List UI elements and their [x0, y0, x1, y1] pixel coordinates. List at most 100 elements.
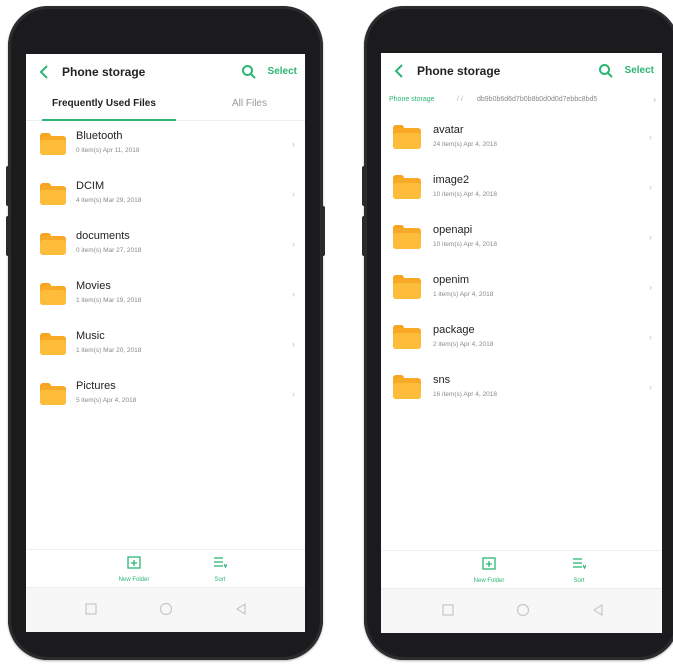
sort-label: Sort — [214, 577, 226, 583]
back-nav-icon[interactable] — [591, 603, 605, 617]
folder-icon — [40, 283, 66, 305]
folder-name: Movies — [76, 280, 111, 292]
sort-icon — [214, 557, 228, 569]
recent-apps-icon[interactable] — [441, 603, 455, 617]
new-folder-icon — [482, 557, 496, 570]
folder-name: image2 — [433, 174, 470, 186]
volume-button — [362, 166, 366, 206]
phone-left: Phone storage Select Frequently Used Fil… — [6, 6, 325, 660]
folder-name: package — [433, 324, 475, 336]
folder-meta: 24 item(s) Apr 4, 2018 — [433, 141, 497, 148]
bottom-toolbar: New Folder Sort — [26, 549, 305, 588]
breadcrumb: Phone storage / / db9b0b6d6d7b0b8b0d0d0d… — [381, 89, 662, 111]
page-title: Phone storage — [417, 64, 501, 78]
tab-bar: Frequently Used Files All Files — [26, 90, 305, 121]
folder-meta: 2 item(s) Apr 4, 2018 — [433, 341, 494, 348]
chevron-right-icon: › — [292, 189, 295, 199]
chevron-right-icon: › — [292, 139, 295, 149]
sort-button[interactable]: Sort — [190, 555, 250, 583]
list-item[interactable]: image2 10 item(s) Apr 4, 2018 › — [381, 161, 662, 211]
chevron-right-icon: › — [649, 382, 652, 392]
folder-meta: 16 item(s) Apr 4, 2018 — [433, 391, 497, 398]
chevron-right-icon: › — [292, 339, 295, 349]
system-nav-bar — [26, 587, 305, 632]
breadcrumb-root[interactable]: Phone storage — [389, 96, 435, 103]
title-bar: Phone storage Select — [381, 53, 662, 89]
folder-name: openim — [433, 274, 470, 286]
folder-meta: 0 item(s) Apr 11, 2018 — [76, 147, 140, 154]
folder-meta: 5 item(s) Apr 4, 2018 — [76, 397, 137, 404]
folder-name: openapi — [433, 224, 473, 236]
list-item[interactable]: Movies 1 item(s) Mar 19, 2018 › — [26, 271, 305, 321]
bottom-toolbar: New Folder Sort — [381, 550, 662, 589]
new-folder-button[interactable]: New Folder — [459, 556, 519, 584]
list-item[interactable]: avatar 24 item(s) Apr 4, 2018 › — [381, 111, 662, 161]
chevron-right-icon: › — [649, 332, 652, 342]
folder-meta: 0 item(s) Mar 27, 2018 — [76, 247, 142, 254]
new-folder-button[interactable]: New Folder — [104, 555, 164, 583]
title-bar: Phone storage Select — [26, 54, 305, 90]
list-item[interactable]: package 2 item(s) Apr 4, 2018 › — [381, 311, 662, 361]
chevron-right-icon: › — [292, 289, 295, 299]
list-item[interactable]: Pictures 5 item(s) Apr 4, 2018 › — [26, 371, 305, 421]
chevron-right-icon: › — [649, 132, 652, 142]
search-icon[interactable] — [241, 64, 257, 80]
folder-icon — [40, 383, 66, 405]
folder-meta: 1 item(s) Apr 4, 2018 — [433, 291, 494, 298]
phone-right: Phone storage Select Phone storage / / d… — [362, 6, 673, 660]
file-list: avatar 24 item(s) Apr 4, 2018 › image2 1… — [381, 111, 662, 411]
home-icon[interactable] — [159, 602, 173, 616]
folder-icon — [393, 175, 421, 199]
sort-label: Sort — [573, 578, 585, 584]
sort-icon — [573, 558, 587, 570]
folder-icon — [40, 133, 66, 155]
list-item[interactable]: openapi 10 item(s) Apr 4, 2018 › — [381, 211, 662, 261]
chevron-right-icon: › — [649, 232, 652, 242]
volume-button — [362, 216, 366, 256]
chevron-right-icon: › — [649, 282, 652, 292]
folder-name: Music — [76, 330, 105, 342]
volume-button — [6, 216, 10, 256]
breadcrumb-separator: / / — [457, 96, 463, 103]
folder-icon — [393, 125, 421, 149]
new-folder-label: New Folder — [118, 577, 150, 583]
tab-frequently-used-files[interactable]: Frequently Used Files — [52, 98, 156, 109]
back-nav-icon[interactable] — [234, 602, 248, 616]
list-item[interactable]: Bluetooth 0 item(s) Apr 11, 2018 › — [26, 121, 305, 171]
list-item[interactable]: documents 0 item(s) Mar 27, 2018 › — [26, 221, 305, 271]
select-button[interactable]: Select — [268, 66, 297, 77]
list-item[interactable]: DCIM 4 item(s) Mar 29, 2018 › — [26, 171, 305, 221]
sort-button[interactable]: Sort — [549, 556, 609, 584]
folder-icon — [393, 325, 421, 349]
folder-icon — [393, 225, 421, 249]
folder-meta: 10 item(s) Apr 4, 2018 — [433, 241, 497, 248]
screen: Phone storage Select Phone storage / / d… — [381, 53, 662, 633]
folder-name: sns — [433, 374, 451, 386]
list-item[interactable]: sns 16 item(s) Apr 4, 2018 › — [381, 361, 662, 411]
search-icon[interactable] — [598, 63, 614, 79]
list-item[interactable]: Music 1 item(s) Mar 20, 2018 › — [26, 321, 305, 371]
recent-apps-icon[interactable] — [84, 602, 98, 616]
list-item[interactable]: openim 1 item(s) Apr 4, 2018 › — [381, 261, 662, 311]
folder-icon — [393, 375, 421, 399]
folder-meta: 4 item(s) Mar 29, 2018 — [76, 197, 142, 204]
chevron-right-icon: › — [292, 239, 295, 249]
folder-name: Pictures — [76, 380, 116, 392]
folder-meta: 10 item(s) Apr 4, 2018 — [433, 191, 497, 198]
back-arrow-icon[interactable] — [38, 64, 52, 80]
folder-name: avatar — [433, 124, 464, 136]
system-nav-bar — [381, 588, 662, 633]
folder-icon — [40, 233, 66, 255]
select-button[interactable]: Select — [625, 65, 654, 76]
power-button — [321, 206, 325, 256]
tab-all-files[interactable]: All Files — [232, 98, 267, 109]
volume-button — [6, 166, 10, 206]
folder-name: DCIM — [76, 180, 105, 192]
folder-icon — [40, 333, 66, 355]
chevron-right-icon: › — [653, 95, 656, 104]
folder-name: Bluetooth — [76, 130, 123, 142]
chevron-right-icon: › — [292, 389, 295, 399]
home-icon[interactable] — [516, 603, 530, 617]
back-arrow-icon[interactable] — [393, 63, 407, 79]
breadcrumb-path[interactable]: db9b0b6d6d7b0b8b0d0d0d7ebbc8bd5 — [477, 96, 597, 103]
